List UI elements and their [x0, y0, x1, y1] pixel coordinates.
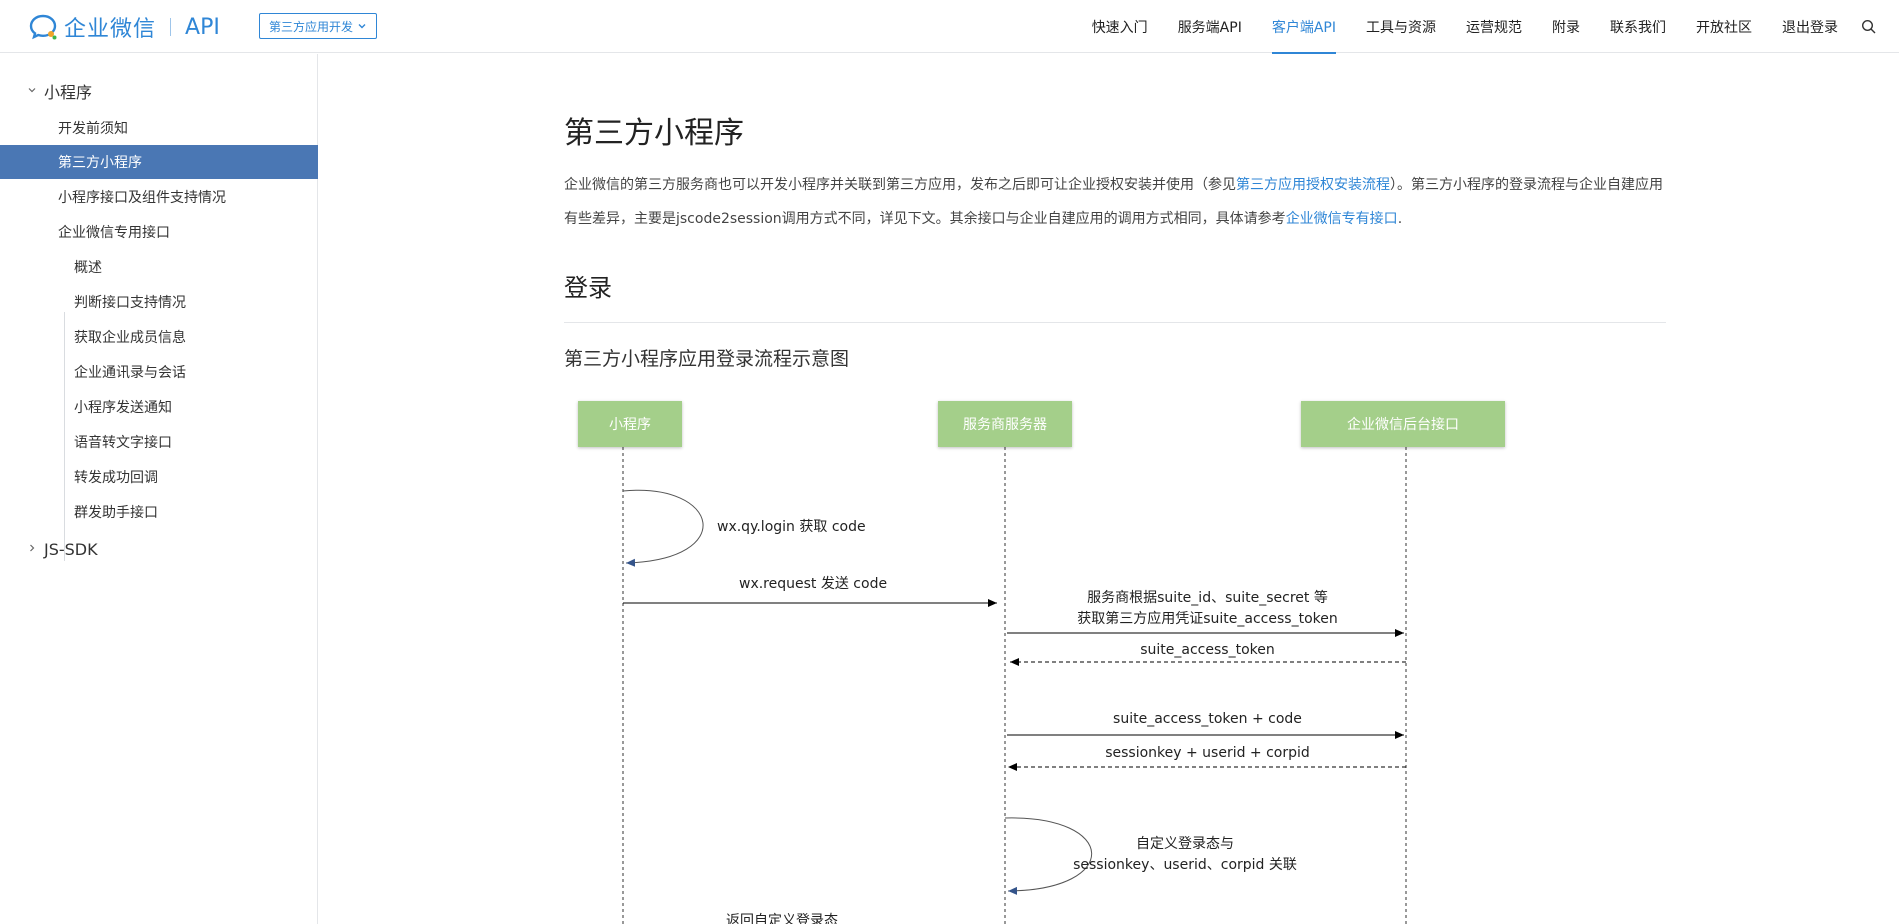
msg-line: 自定义登录态与 [1136, 836, 1234, 852]
sidebar-sub-overview[interactable]: 概述 [0, 250, 318, 284]
nav-logout[interactable]: 退出登录 [1782, 0, 1838, 53]
top-header: 企业微信 API 第三方应用开发 快速入门 服务端API 客户端API 工具与资… [0, 0, 1899, 54]
logo[interactable]: 企业微信 API [28, 11, 220, 43]
sidebar-item-label: 企业通讯录与会话 [74, 365, 186, 381]
auth-install-flow-link[interactable]: 第三方应用授权安装流程 [1236, 177, 1390, 193]
actor-wecom-backend: 企业微信后台接口 [1301, 401, 1505, 447]
sidebar-item-label: 获取企业成员信息 [74, 330, 186, 346]
intro-text: 企业微信的第三方服务商也可以开发小程序并关联到第三方应用，发布之后即可让企业授权… [564, 177, 1236, 193]
msg-suite-token: suite_access_token [1140, 642, 1275, 658]
dev-type-label: 第三方应用开发 [269, 19, 354, 34]
sidebar-item-prerequisites[interactable]: 开发前须知 [0, 111, 318, 145]
sidebar-sub-check-support[interactable]: 判断接口支持情况 [0, 285, 318, 319]
section-divider [564, 322, 1666, 323]
nav-community[interactable]: 开放社区 [1696, 0, 1752, 53]
sidebar-sub-mass-send[interactable]: 群发助手接口 [0, 495, 318, 529]
sidebar-item-label: 开发前须知 [58, 121, 128, 137]
sidebar-group-jssdk[interactable]: JS-SDK [0, 533, 318, 565]
nav-server-api[interactable]: 服务端API [1178, 0, 1242, 53]
logo-api: API [185, 14, 220, 40]
actor-miniprogram: 小程序 [578, 401, 682, 447]
self-loop-custom-state [1004, 817, 1093, 895]
dev-type-select[interactable]: 第三方应用开发 [259, 13, 378, 39]
sidebar-item-label: 小程序发送通知 [74, 400, 172, 416]
sidebar-group-miniprogram[interactable]: 小程序 [0, 75, 318, 107]
intro-text: . [1397, 211, 1403, 227]
sidebar-item-label: 语音转文字接口 [74, 435, 172, 451]
chevron-down-icon [358, 24, 366, 29]
msg-get-suite-token: 服务商根据suite_id、suite_secret 等 获取第三方应用凭证su… [1010, 588, 1405, 630]
sidebar-item-label: 概述 [74, 260, 102, 276]
search-icon[interactable] [1861, 19, 1877, 35]
sidebar: 小程序 开发前须知 第三方小程序 小程序接口及组件支持情况 企业微信专用接口 概… [0, 54, 318, 924]
msg-login-get-code: wx.qy.login 获取 code [717, 519, 866, 535]
sidebar-item-label: 判断接口支持情况 [74, 295, 186, 311]
main-nav: 快速入门 服务端API 客户端API 工具与资源 运营规范 附录 联系我们 开放… [1077, 0, 1877, 54]
logo-icon [28, 12, 58, 42]
intro-paragraph: 企业微信的第三方服务商也可以开发小程序并关联到第三方应用，发布之后即可让企业授权… [564, 168, 1666, 236]
sidebar-item-third-party-miniprogram[interactable]: 第三方小程序 [0, 145, 318, 179]
logo-separator [170, 18, 172, 36]
sidebar-item-wecom-apis[interactable]: 企业微信专用接口 [0, 215, 318, 249]
sidebar-item-label: 第三方小程序 [58, 155, 142, 171]
sidebar-sub-contacts-chat[interactable]: 企业通讯录与会话 [0, 355, 318, 389]
wecom-api-link[interactable]: 企业微信专有接口 [1286, 211, 1398, 227]
msg-token-and-code: suite_access_token + code [1113, 711, 1302, 727]
msg-send-code: wx.request 发送 code [739, 576, 888, 592]
msg-line: 服务商根据suite_id、suite_secret 等 [1087, 590, 1328, 606]
chevron-right-icon [30, 544, 35, 552]
msg-line: sessionkey、userid、corpid 关联 [1073, 857, 1297, 873]
msg-return-custom-state: 返回自定义登录态 [726, 913, 838, 924]
msg-custom-state: 自定义登录态与 sessionkey、userid、corpid 关联 [1070, 834, 1300, 876]
page-title: 第三方小程序 [564, 116, 744, 151]
sidebar-sub-speech-to-text[interactable]: 语音转文字接口 [0, 425, 318, 459]
msg-line: 获取第三方应用凭证suite_access_token [1077, 611, 1338, 627]
sidebar-group-label: 小程序 [44, 83, 93, 102]
diagram-heading: 第三方小程序应用登录流程示意图 [564, 348, 850, 370]
nav-client-api[interactable]: 客户端API [1271, 0, 1337, 54]
nav-appendix[interactable]: 附录 [1552, 0, 1580, 53]
msg-session-info: sessionkey + userid + corpid [1105, 745, 1310, 761]
nav-operation-rules[interactable]: 运营规范 [1466, 0, 1522, 53]
sidebar-sub-share-callback[interactable]: 转发成功回调 [0, 460, 318, 494]
sidebar-item-label: 小程序接口及组件支持情况 [58, 190, 226, 206]
sidebar-item-label: 群发助手接口 [74, 505, 158, 521]
sidebar-sub-member-info[interactable]: 获取企业成员信息 [0, 320, 318, 354]
sidebar-item-api-support[interactable]: 小程序接口及组件支持情况 [0, 180, 318, 214]
nav-tools[interactable]: 工具与资源 [1366, 0, 1436, 53]
sidebar-item-label: 转发成功回调 [74, 470, 158, 486]
nav-contact[interactable]: 联系我们 [1610, 0, 1666, 53]
actor-provider-server: 服务商服务器 [938, 401, 1072, 447]
chevron-down-icon [28, 88, 36, 93]
logo-name: 企业微信 [64, 17, 157, 42]
sidebar-group-label: JS-SDK [44, 539, 98, 559]
sidebar-sub-send-notice[interactable]: 小程序发送通知 [0, 390, 318, 424]
nav-quickstart[interactable]: 快速入门 [1092, 0, 1148, 53]
sidebar-item-label: 企业微信专用接口 [58, 225, 170, 241]
self-loop-login [622, 489, 704, 567]
section-heading-login: 登录 [564, 274, 612, 302]
